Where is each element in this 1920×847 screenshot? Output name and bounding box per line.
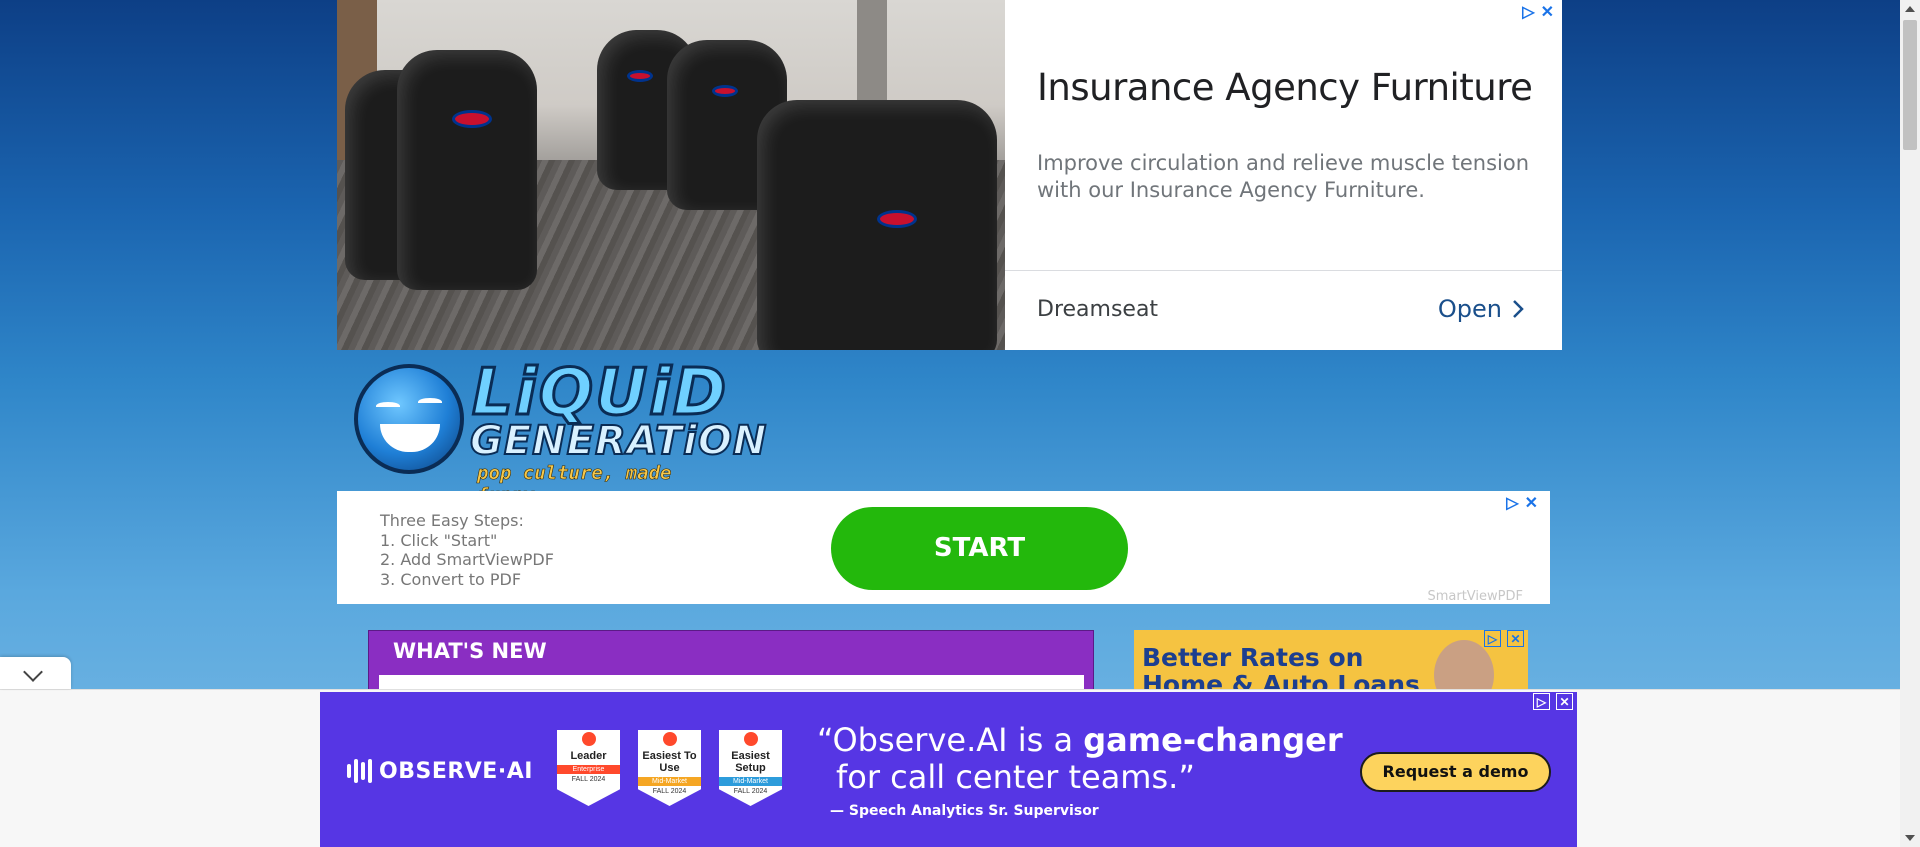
ad-brand[interactable]: Dreamseat [1037, 297, 1158, 322]
ad-choices[interactable]: ▷ ✕ [1484, 630, 1524, 647]
whats-new-section: WHAT'S NEW [368, 630, 1094, 695]
g2-badge: Easiest To Use Mid-Market FALL 2024 [638, 730, 701, 806]
ad-headline[interactable]: Insurance Agency Furniture [1037, 66, 1533, 109]
bills-logo [712, 85, 738, 97]
badge-season: FALL 2024 [652, 788, 687, 795]
observe-ai-ad[interactable]: ▷ ✕ OBSERVE·AI Leader Enterprise FALL 20… [320, 692, 1577, 847]
top-ad-banner[interactable]: ▷ ✕ Insurance Agency Furniture Improve c… [337, 0, 1562, 350]
quote-text: Observe.AI is a [832, 721, 1084, 759]
badge-ribbon: Mid-Market [638, 777, 701, 786]
g2-badge: Easiest Setup Mid-Market FALL 2024 [719, 730, 782, 806]
loan-rates-ad[interactable]: Better Rates on Home & Auto Loans ▷ ✕ [1134, 630, 1528, 690]
badge-season: FALL 2024 [571, 776, 606, 783]
bills-logo [627, 70, 653, 82]
ad-description: Improve circulation and relieve muscle t… [1037, 151, 1530, 202]
g2-badge: Leader Enterprise FALL 2024 [557, 730, 620, 806]
collapse-ad-button[interactable] [0, 657, 71, 689]
ad-text-panel[interactable]: ▷ ✕ Insurance Agency Furniture Improve c… [1005, 0, 1562, 350]
badge-title: Easiest Setup [731, 750, 770, 774]
quote-text: for call center teams.” [836, 758, 1195, 796]
ad-headline[interactable]: Better Rates on Home & Auto Loans [1142, 644, 1420, 690]
chevron-right-icon [1513, 300, 1524, 318]
step-line: 1. Click "Start" [380, 530, 498, 550]
scroll-up-icon[interactable] [1905, 6, 1915, 12]
close-icon[interactable]: ✕ [1525, 493, 1538, 513]
vertical-scrollbar[interactable] [1900, 0, 1920, 847]
person-photo [1434, 640, 1494, 690]
scroll-down-icon[interactable] [1905, 835, 1915, 841]
observe-ai-logo: OBSERVE·AI [347, 758, 533, 784]
badge-ribbon: Mid-Market [719, 777, 782, 786]
open-button[interactable]: Open [1438, 295, 1524, 323]
quote-attribution: — Speech Analytics Sr. Supervisor [830, 803, 1099, 819]
recliner-chair [397, 50, 537, 290]
smiley-mascot-icon [354, 364, 464, 474]
quote-bold: game-changer [1083, 721, 1343, 759]
waveform-icon [347, 758, 375, 784]
g2-icon [581, 732, 596, 746]
ad-footer[interactable]: Dreamseat Open [1005, 270, 1562, 350]
scroll-thumb[interactable] [1903, 20, 1917, 150]
badge-title: Leader [570, 750, 607, 762]
ad-steps: Three Easy Steps: 1. Click "Start" 2. Ad… [380, 511, 554, 589]
ad-choices[interactable]: ▷ ✕ [1522, 2, 1554, 22]
chevron-down-icon [23, 662, 43, 682]
ad-line: Home & Auto Loans [1142, 670, 1420, 690]
ad-choices[interactable]: ▷ ✕ [1506, 493, 1538, 513]
step-line: Three Easy Steps: [380, 511, 524, 530]
open-label: Open [1437, 295, 1502, 323]
play-triangle-icon[interactable]: ▷ [1533, 693, 1550, 710]
step-line: 2. Add SmartViewPDF [380, 550, 554, 569]
logo-word-generation: GENERATiON [469, 417, 768, 465]
brand-name: OBSERVE·AI [379, 758, 533, 784]
ad-sponsor: SmartViewPDF [1427, 589, 1523, 604]
start-button[interactable]: START [831, 507, 1128, 590]
close-icon[interactable]: ✕ [1507, 630, 1524, 647]
request-demo-button[interactable]: Request a demo [1360, 752, 1551, 792]
badge-season: FALL 2024 [733, 788, 768, 795]
recliner-chair [757, 100, 997, 350]
ad-line: Better Rates on [1142, 643, 1364, 672]
g2-icon [662, 732, 677, 746]
whats-new-title: WHAT'S NEW [393, 639, 547, 663]
play-triangle-icon[interactable]: ▷ [1484, 630, 1501, 647]
bills-logo [877, 210, 917, 228]
play-triangle-icon[interactable]: ▷ [1506, 493, 1518, 513]
ad-image-recliner-chairs[interactable] [337, 0, 1005, 350]
close-icon[interactable]: ✕ [1556, 693, 1573, 710]
g2-icon [743, 732, 758, 746]
smartviewpdf-ad[interactable]: ▷ ✕ Three Easy Steps: 1. Click "Start" 2… [337, 491, 1550, 604]
ad-choices[interactable]: ▷ ✕ [1533, 693, 1573, 710]
bills-logo [452, 110, 492, 128]
testimonial-quote: “Observe.AI is a game-changer for call c… [817, 722, 1343, 796]
g2-badges: Leader Enterprise FALL 2024 Easiest To U… [557, 730, 782, 806]
close-icon[interactable]: ✕ [1541, 2, 1554, 22]
play-triangle-icon[interactable]: ▷ [1522, 2, 1534, 22]
quote-mark: “ [817, 721, 833, 759]
liquid-generation-logo[interactable]: LiQUiD GENERATiON pop culture, made funn… [352, 355, 767, 506]
badge-ribbon: Enterprise [557, 765, 620, 774]
badge-title: Easiest To Use [642, 750, 697, 774]
step-line: 3. Convert to PDF [380, 569, 522, 589]
